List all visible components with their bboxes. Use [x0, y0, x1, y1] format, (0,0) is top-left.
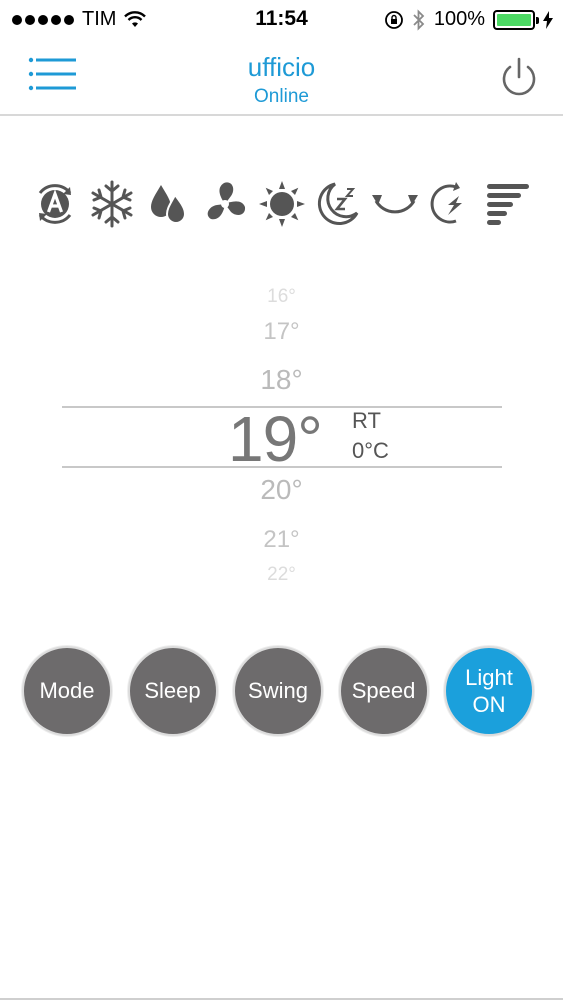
fan-icon[interactable]: [200, 177, 250, 231]
speed-button[interactable]: Speed: [338, 646, 429, 736]
swing-button[interactable]: Swing: [233, 646, 323, 736]
light-button-state: ON: [472, 692, 506, 717]
fan-speed-bars-icon[interactable]: [483, 177, 533, 231]
control-buttons: Mode Sleep Swing Speed Light ON: [22, 646, 534, 738]
swing-icon[interactable]: [370, 177, 420, 231]
temp-option[interactable]: 20°: [0, 474, 563, 506]
light-button[interactable]: Light ON: [444, 646, 534, 736]
connection-status: Online: [254, 86, 309, 107]
speed-button-label: Speed: [351, 678, 416, 704]
selected-temperature: 19°: [228, 403, 323, 475]
dry-droplet-icon[interactable]: [143, 177, 193, 231]
sleep-button[interactable]: Sleep: [127, 646, 218, 736]
temp-option[interactable]: 17°: [0, 318, 563, 346]
room-temp-value: 0°C: [352, 438, 389, 463]
temp-option[interactable]: 18°: [0, 364, 563, 396]
power-button[interactable]: [497, 56, 541, 100]
app-header: ufficio Online: [0, 40, 563, 116]
temp-option[interactable]: 21°: [0, 526, 563, 554]
swing-button-label: Swing: [248, 678, 308, 704]
sleep-button-label: Sleep: [144, 678, 201, 704]
charging-bolt-icon: [543, 10, 553, 29]
temp-option[interactable]: 22°: [0, 564, 563, 586]
light-button-label: Light: [465, 664, 513, 690]
battery-icon: [493, 9, 539, 30]
bluetooth-icon: [413, 8, 425, 31]
auto-mode-icon[interactable]: [30, 177, 80, 231]
device-name: ufficio: [247, 52, 316, 82]
room-temp-label: RT: [352, 408, 381, 433]
status-right: 100%: [384, 8, 553, 31]
status-bar: TIM 11:54 100%: [0, 0, 563, 40]
heat-sun-icon[interactable]: [257, 177, 307, 231]
power-icon: [502, 57, 536, 96]
selection-line-bottom: [62, 466, 502, 468]
mode-button[interactable]: Mode: [22, 646, 112, 736]
battery-percent: 100%: [433, 8, 485, 30]
sleep-moon-icon[interactable]: [313, 177, 363, 231]
cool-snowflake-icon[interactable]: [87, 177, 137, 231]
temp-option[interactable]: 16°: [0, 286, 563, 308]
orientation-lock-icon: [384, 10, 403, 29]
temperature-picker[interactable]: 16° 17° 18° 19° RT 0°C 20° 21° 22°: [0, 280, 563, 600]
mode-button-label: Mode: [39, 678, 95, 704]
mode-icons-row: [30, 176, 533, 232]
turbo-icon[interactable]: [426, 177, 476, 231]
